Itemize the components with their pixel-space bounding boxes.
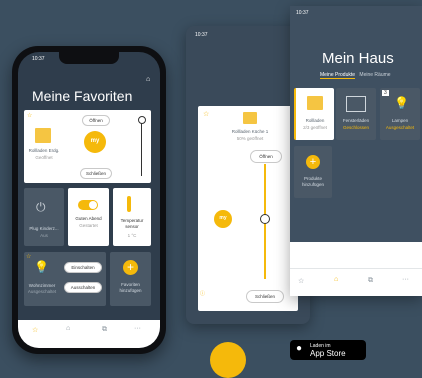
product-sub: 2/3 geöffnet [303,125,327,130]
toggle-knob [89,201,97,209]
lamp-label: Wohnzimmer [28,283,56,288]
my-button[interactable]: my [214,210,232,228]
close-button[interactable]: Schließen [246,290,284,303]
product-sub: Ausgeschaltet [385,125,415,130]
favorite-plug-card[interactable]: ⏻ Plug Kinderz... Aus [24,188,64,246]
plus-icon: + [306,155,320,169]
add-product-label: Produkte hinzufügen [301,176,325,187]
brand-logo-circle [210,342,246,378]
blind-icon [307,96,323,110]
open-button[interactable]: Öffnen [82,115,110,126]
favorite-lamp-card[interactable]: ☆ 💡 Wohnzimmer Ausgeschaltet Einschalten… [24,252,106,306]
temp-sub: 1 °C [127,233,137,238]
slider-handle[interactable] [260,214,270,224]
blind-sub: Geöffnet [35,155,53,160]
store-big-text: App Store [310,349,346,358]
plug-label: Plug Kinderz... [29,226,59,231]
scenes-icon[interactable]: ⧉ [368,277,373,285]
star-icon[interactable]: ☆ [27,112,32,119]
add-favorite-label: Favoriten hinzufügen [119,282,142,293]
status-time: 10:37 [32,56,45,62]
bulb-icon: 💡 [394,96,409,110]
more-icon[interactable]: ··· [134,325,141,332]
my-button[interactable]: my [84,131,106,153]
star-icon[interactable]: ☆ [26,253,31,260]
status-time: 10:37 [296,10,309,16]
app-store-button[interactable]: ● Laden im App Store [290,340,366,360]
tab-products[interactable]: Meine Produkte [320,72,356,79]
status-time: 10:37 [195,32,208,38]
device-title: Rollladen Küche 1 [231,129,269,134]
bulb-icon: 💡 [34,260,49,274]
phone-favoriten: 10:37 ⌂ Meine Favoriten ☆ Rollladen Erdg… [12,46,166,354]
favorite-temp-card[interactable]: Temperatur sensor 1 °C [113,188,151,246]
page-title: Meine Favoriten [32,88,133,104]
star-icon[interactable]: ☆ [203,110,209,118]
product-card-lampen[interactable]: 3 💡 Lampen Ausgeschaltet [380,88,420,140]
page-title: Mein Haus [322,50,394,67]
slider-track [141,118,142,176]
toggle-switch[interactable] [78,200,98,210]
product-label: Lampen [391,118,409,123]
temp-label: Temperatur sensor [120,218,144,229]
thermometer-icon [127,196,131,212]
power-icon: ⏻ [36,200,46,214]
shutter-icon [346,96,366,112]
count-badge: 3 [382,90,389,96]
blind-icon [35,128,51,143]
star-icon[interactable]: ☆ [32,326,38,334]
device-sub: 50% geöffnet [236,136,264,141]
favorite-blind-card[interactable]: ☆ Rollladen Erdg. Geöffnet Öffnen my Sch… [24,110,151,183]
product-label: Fensterläden [342,118,370,123]
favorite-scene-card[interactable]: Guten Abend Gestartet [68,188,109,246]
tab-bar: ☆ ⌂ ⧉ ··· [290,268,422,296]
blind-label: Rollladen Erdg. [28,148,60,153]
open-button[interactable]: Öffnen [250,150,282,163]
blind-icon [243,112,257,124]
plus-icon: + [123,260,138,275]
home-icon[interactable]: ⌂ [66,325,70,332]
scene-label: Guten Abend [75,216,102,221]
tab-bar: ☆ ⌂ ⧉ ··· [18,320,160,348]
close-button[interactable]: Schließen [80,168,112,179]
scene-sub: Gestartet [79,223,98,228]
slider-handle[interactable] [138,116,146,124]
screen: 10:37 ⌂ Meine Favoriten ☆ Rollladen Erdg… [18,52,160,348]
product-card-fensterlaeden[interactable]: Fensterläden Geschlossen [336,88,376,140]
plug-sub: Aus [40,233,48,238]
tab-rooms[interactable]: Meine Räume [359,72,390,78]
more-icon[interactable]: ··· [402,276,409,283]
star-icon[interactable]: ☆ [298,277,304,285]
add-favorite-card[interactable]: + Favoriten hinzufügen [110,252,151,306]
lamp-on-button[interactable]: Einschalten [64,262,102,273]
lamp-off-button[interactable]: Ausschalten [64,282,102,293]
phone-mein-haus: 10:37 Mein Haus Meine Produkte Meine Räu… [290,6,422,296]
info-link[interactable]: ⓘ Infos [200,290,217,297]
add-product-card[interactable]: + Produkte hinzufügen [294,146,332,198]
apple-icon: ● [296,343,303,354]
scenes-icon[interactable]: ⧉ [102,326,107,334]
product-label: Rollladen [305,118,325,123]
lamp-sub: Ausgeschaltet [27,289,57,294]
device-detail-card: ☆ Rollladen Küche 1 50% geöffnet Öffnen … [198,106,298,311]
product-sub: Geschlossen [342,125,369,130]
home-icon[interactable]: ⌂ [146,76,150,83]
product-card-rollladen[interactable]: Rollladen 2/3 geöffnet [294,88,334,140]
notch [59,52,119,64]
tabs: Meine Produkte Meine Räume [320,72,391,79]
home-icon[interactable]: ⌂ [334,276,338,283]
